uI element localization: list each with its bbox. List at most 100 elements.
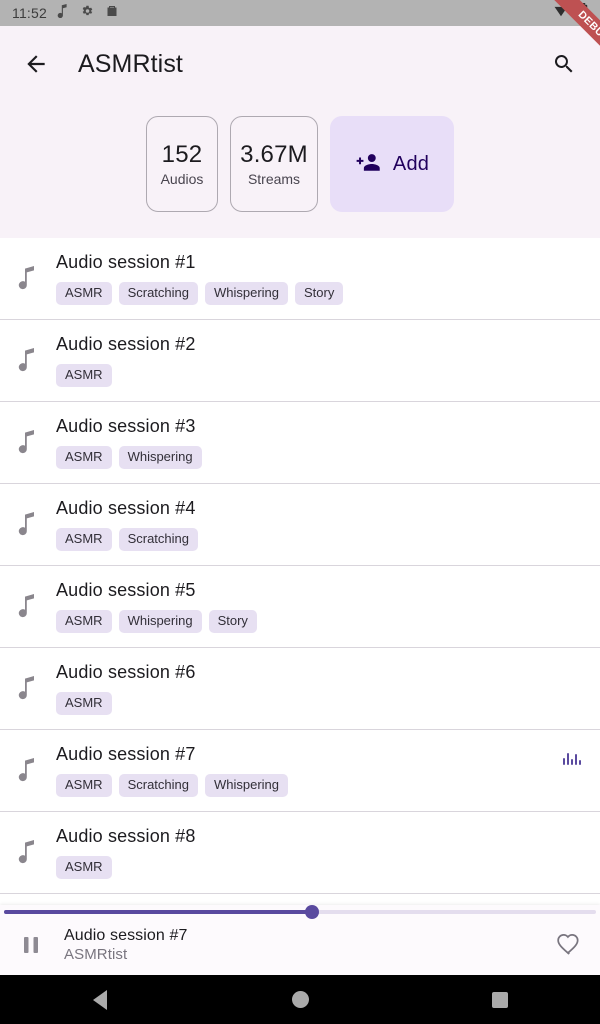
list-item-trailing [562, 662, 588, 670]
list-item-title: Audio session #7 [56, 744, 196, 764]
heart-outline-icon [557, 934, 579, 955]
list-item-tags: ASMR Whispering Story [56, 609, 548, 633]
stat-value: 3.67M [240, 141, 308, 168]
tag-chip[interactable]: Scratching [118, 281, 198, 305]
stat-value: 152 [161, 141, 203, 168]
search-button[interactable] [542, 42, 586, 86]
audio-session-list: Audio session #1 ASMR Scratching Whispering… [0, 238, 600, 894]
android-nav-bar [0, 975, 600, 1024]
stat-card-streams[interactable]: 3.67M Streams [230, 116, 318, 212]
nav-back-button[interactable] [70, 975, 130, 1024]
list-item-tags: ASMR Scratching Whispering Story [56, 281, 548, 305]
list-item-body: Audio session #5 ASMR Whispering Story [56, 580, 548, 633]
list-item-body: Audio session #3 ASMR Whispering [56, 416, 548, 469]
list-item[interactable]: Audio session #4 ASMR Scratching [0, 484, 600, 566]
list-item[interactable]: Audio session #7 ASMR Scratching Whispering [0, 730, 600, 812]
list-item[interactable]: Audio session #1 ASMR Scratching Whispering… [0, 238, 600, 320]
tag-chip[interactable]: ASMR [56, 363, 112, 387]
list-item-title: Audio session #8 [56, 826, 196, 846]
add-button[interactable]: Add [330, 116, 454, 212]
music-note-icon [12, 334, 42, 372]
list-item-title: Audio session #2 [56, 334, 196, 354]
nav-home-button[interactable] [270, 975, 330, 1024]
back-button[interactable] [14, 42, 58, 86]
music-note-icon [12, 744, 42, 782]
list-item-tags: ASMR [56, 691, 548, 715]
list-item-tags: ASMR Whispering [56, 445, 548, 469]
tag-chip[interactable]: ASMR [56, 691, 112, 715]
progress-thumb[interactable] [305, 905, 319, 919]
list-item[interactable]: Audio session #8 ASMR [0, 812, 600, 894]
tag-chip[interactable]: ASMR [56, 445, 112, 469]
tag-chip[interactable]: Whispering [204, 773, 289, 797]
list-item-body: Audio session #4 ASMR Scratching [56, 498, 548, 551]
list-item-body: Audio session #2 ASMR [56, 334, 548, 387]
tag-chip[interactable]: ASMR [56, 855, 112, 879]
gear-icon [80, 4, 94, 23]
tag-chip[interactable]: ASMR [56, 609, 112, 633]
nav-back-triangle-icon [93, 989, 107, 1010]
pause-button[interactable] [14, 928, 48, 962]
favorite-button[interactable] [552, 928, 586, 962]
list-item-title: Audio session #1 [56, 252, 196, 272]
arrow-left-icon [27, 55, 45, 73]
equalizer-playing-icon [563, 752, 581, 765]
nav-recents-square-icon [492, 991, 508, 1008]
music-note-icon [12, 580, 42, 618]
list-item[interactable]: Audio session #6 ASMR [0, 648, 600, 730]
battery-icon [579, 3, 588, 23]
nav-home-circle-icon [291, 991, 309, 1008]
tag-chip[interactable]: Whispering [118, 445, 202, 469]
list-item-trailing [562, 580, 588, 588]
tag-chip[interactable]: Whispering [204, 281, 289, 305]
tag-chip[interactable]: ASMR [56, 527, 112, 551]
list-item-tags: ASMR [56, 363, 548, 387]
music-note-icon [12, 498, 42, 536]
nav-recents-button[interactable] [470, 975, 530, 1024]
page-title: ASMRtist [78, 49, 183, 78]
search-icon [554, 54, 573, 73]
stat-label: Audios [160, 171, 204, 187]
list-item-title: Audio session #3 [56, 416, 196, 436]
list-item-trailing [562, 498, 588, 506]
app-bar: ASMRtist [0, 26, 600, 102]
music-note-icon [12, 416, 42, 454]
status-bar-system-icons [553, 3, 588, 23]
add-button-label: Add [392, 152, 430, 175]
wifi-icon [553, 4, 569, 23]
profile-header: 152 Audios 3.67M Streams Add [0, 102, 600, 238]
tag-chip[interactable]: Story [295, 281, 344, 305]
list-item[interactable]: Audio session #5 ASMR Whispering Story [0, 566, 600, 648]
tag-chip[interactable]: ASMR [56, 773, 112, 797]
bag-icon [106, 4, 118, 23]
music-note-icon [12, 252, 42, 290]
tag-chip[interactable]: ASMR [56, 281, 112, 305]
list-item-trailing [562, 826, 588, 834]
mini-player-content: Audio session #7 ASMRtist [0, 919, 600, 975]
progress-fill [4, 910, 312, 914]
status-bar: 11:52 [0, 0, 600, 26]
stat-card-audios[interactable]: 152 Audios [146, 116, 218, 212]
list-item-title: Audio session #5 [56, 580, 196, 600]
list-item-trailing [562, 252, 588, 260]
mini-player-meta[interactable]: Audio session #7 ASMRtist [64, 927, 536, 963]
person-add-icon [355, 151, 382, 178]
list-item-trailing [562, 416, 588, 424]
tag-chip[interactable]: Scratching [118, 527, 198, 551]
list-item-trailing [562, 744, 588, 765]
tag-chip[interactable]: Whispering [118, 609, 202, 633]
tag-chip[interactable]: Scratching [118, 773, 198, 797]
list-item[interactable]: Audio session #3 ASMR Whispering [0, 402, 600, 484]
playback-progress-slider[interactable] [0, 905, 600, 919]
mini-player: Audio session #7 ASMRtist [0, 905, 600, 975]
list-item-tags: ASMR Scratching [56, 527, 548, 551]
list-item-title: Audio session #4 [56, 498, 196, 518]
pause-icon [24, 937, 38, 953]
music-note-icon [57, 3, 68, 23]
list-item-tags: ASMR [56, 855, 548, 879]
list-item-title: Audio session #6 [56, 662, 196, 682]
list-item[interactable]: Audio session #2 ASMR [0, 320, 600, 402]
list-item-trailing [562, 334, 588, 342]
list-item-body: Audio session #6 ASMR [56, 662, 548, 715]
tag-chip[interactable]: Story [208, 609, 257, 633]
